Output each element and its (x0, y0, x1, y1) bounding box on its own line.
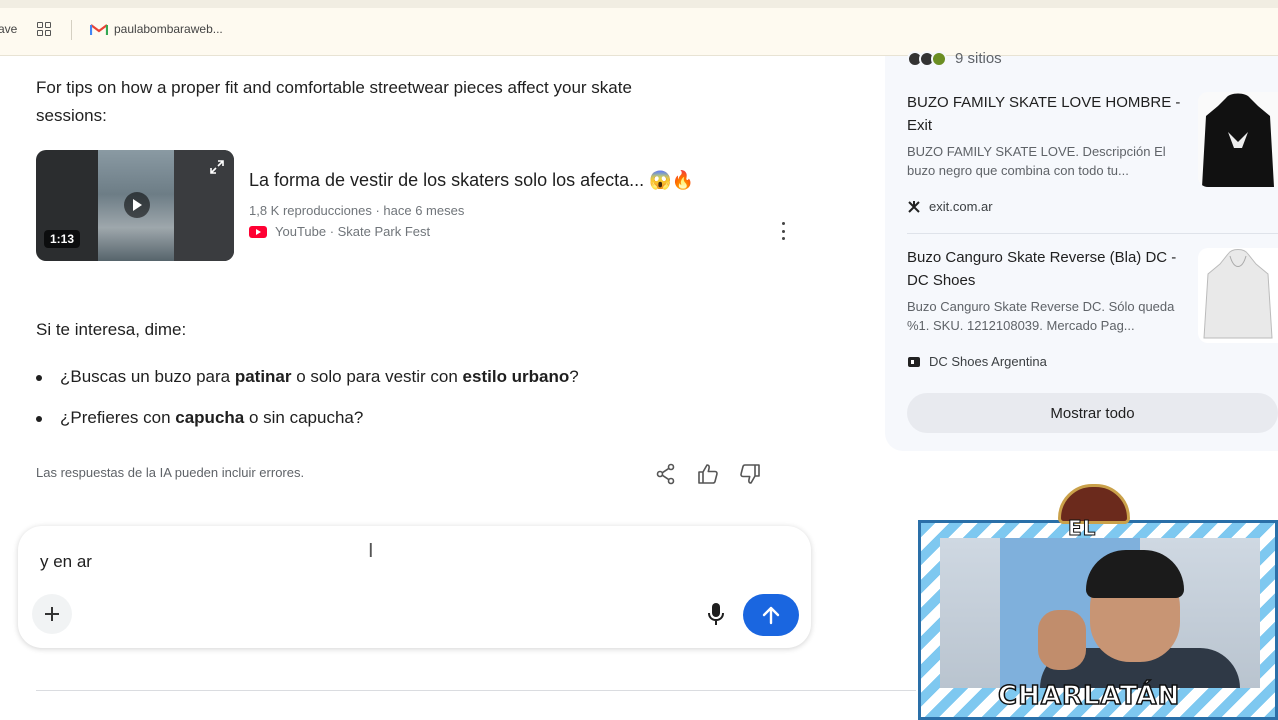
followup-prompt: Si te interesa, dime: (36, 320, 187, 339)
add-attachment-button[interactable] (32, 594, 72, 634)
list-item: ¿Prefieres con capucha o sin capucha? (36, 408, 363, 428)
result-title[interactable]: BUZO FAMILY SKATE LOVE HOMBRE - Exit (907, 91, 1182, 137)
bullet-dot (36, 375, 42, 381)
bookmarks-bar: ave paulabombaraweb... (0, 0, 1278, 56)
video-title[interactable]: La forma de vestir de los skaters solo l… (249, 170, 694, 191)
toolbar-edge (0, 0, 1278, 8)
gmail-icon (90, 23, 108, 35)
webcam-feed (940, 538, 1260, 688)
video-source: YouTube · Skate Park Fest (249, 224, 430, 239)
show-all-button[interactable]: Mostrar todo (907, 393, 1278, 433)
result-description: BUZO FAMILY SKATE LOVE. Descripción El b… (907, 144, 1166, 178)
sources-count[interactable]: 9 sitios (907, 50, 1002, 67)
result-source[interactable]: DC Shoes Argentina (907, 354, 1047, 369)
webcam-person-hair (1086, 550, 1184, 598)
query-input[interactable] (40, 552, 740, 572)
overlay-top-label: EL (1067, 516, 1097, 541)
list-item: ¿Buscas un buzo para patinar o solo para… (36, 367, 579, 387)
ask-composer: I (18, 526, 811, 648)
bookmark-fragment[interactable]: ave (0, 22, 17, 36)
overlay-name-label: CHARLATÁN (997, 680, 1181, 712)
result-title[interactable]: Buzo Canguro Skate Reverse (Bla) DC - DC… (907, 246, 1182, 292)
exit-favicon (908, 200, 920, 213)
thumbs-down-icon[interactable] (738, 462, 762, 486)
dc-favicon (908, 356, 920, 367)
result-divider (907, 233, 1278, 234)
apps-grid-icon[interactable] (37, 22, 51, 36)
video-thumbnail[interactable]: 1:13 (36, 150, 234, 261)
result-description: Buzo Canguro Skate Reverse DC. Sólo qued… (907, 299, 1175, 333)
ai-disclaimer: Las respuestas de la IA pueden incluir e… (36, 465, 305, 480)
bookmark-fragment-label: ave (0, 22, 18, 36)
result-thumbnail[interactable] (1198, 92, 1278, 187)
bookmark-separator (71, 20, 72, 40)
webcam-person-hand (1038, 610, 1086, 670)
answer-intro-line2: sessions: (36, 106, 107, 125)
result-thumbnail[interactable] (1198, 248, 1278, 343)
sources-count-label: 9 sitios (955, 50, 1002, 67)
video-duration: 1:13 (44, 230, 81, 248)
mic-icon (708, 603, 724, 625)
send-arrow-icon (762, 606, 780, 625)
bookmark-gmail[interactable]: paulabombaraweb... (90, 22, 223, 36)
share-icon[interactable] (654, 462, 678, 486)
bullet-dot (36, 416, 42, 422)
bullet-text: ¿Prefieres con capucha o sin capucha? (60, 408, 364, 427)
sources-panel: 9 sitios BUZO FAMILY SKATE LOVE HOMBRE -… (885, 50, 1278, 451)
bookmark-gmail-label: paulabombaraweb... (114, 22, 223, 36)
send-button[interactable] (743, 594, 799, 636)
voice-input-button[interactable] (702, 596, 730, 632)
result-source-label: exit.com.ar (929, 199, 993, 214)
play-icon[interactable] (124, 192, 150, 218)
expand-icon[interactable] (210, 160, 224, 177)
result-source[interactable]: exit.com.ar (907, 199, 993, 214)
video-source-label: YouTube · Skate Park Fest (275, 224, 431, 239)
favicon-stack (907, 50, 947, 67)
browser-viewport: ave paulabombaraweb... For tips on how a… (0, 0, 1278, 720)
bullet-text: ¿Buscas un buzo para patinar o solo para… (60, 367, 579, 386)
video-meta: 1,8 K reproducciones · hace 6 meses (249, 203, 465, 218)
result-source-label: DC Shoes Argentina (929, 354, 1047, 369)
divider (36, 690, 916, 691)
thumbs-up-icon[interactable] (696, 462, 720, 486)
youtube-icon (249, 225, 267, 238)
thumbnail-scene-dark (174, 150, 234, 261)
more-vert-icon[interactable] (778, 222, 788, 240)
text-cursor-icon: I (368, 540, 374, 562)
streamer-webcam-overlay: EL CHARLATÁN (918, 484, 1278, 720)
plus-icon (45, 607, 59, 621)
answer-intro: For tips on how a proper fit and comfort… (36, 78, 632, 97)
